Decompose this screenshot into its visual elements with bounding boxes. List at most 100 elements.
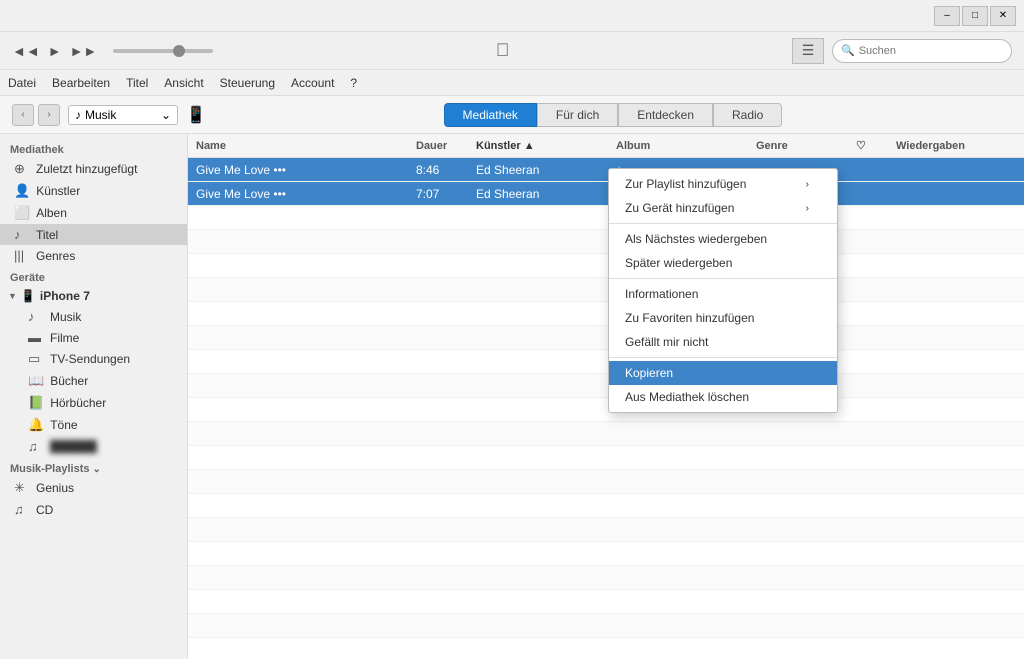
search-box[interactable]: 🔍: [832, 39, 1012, 63]
cm-gefaellt-nicht[interactable]: Gefällt mir nicht: [609, 330, 837, 354]
genres-icon: |||: [14, 248, 30, 263]
nav-forward-button[interactable]: ›: [38, 104, 60, 126]
sidebar-item-filme[interactable]: ▬ Filme: [0, 327, 187, 348]
table-row-empty[interactable]: [188, 374, 1024, 398]
col-album[interactable]: Album: [608, 140, 748, 152]
source-selector[interactable]: ♪ Musik ⌄: [68, 105, 178, 125]
menu-titel[interactable]: Titel: [126, 76, 148, 90]
sidebar-item-blurred[interactable]: ♫ ██████: [0, 436, 187, 457]
sidebar-label-titel: Titel: [36, 228, 58, 242]
toene-icon: 🔔: [28, 417, 44, 433]
cm-zu-favoriten[interactable]: Zu Favoriten hinzufügen: [609, 306, 837, 330]
table-row-empty[interactable]: [188, 326, 1024, 350]
col-wiedergaben[interactable]: Wiedergaben: [888, 140, 988, 152]
menu-ansicht[interactable]: Ansicht: [164, 76, 203, 90]
menu-bearbeiten[interactable]: Bearbeiten: [52, 76, 110, 90]
tab-mediathek[interactable]: Mediathek: [444, 103, 537, 127]
col-kuenstler[interactable]: Künstler ▲: [468, 140, 608, 152]
table-row-empty[interactable]: [188, 470, 1024, 494]
play-button[interactable]: ►: [48, 43, 62, 59]
genius-icon: ✳: [14, 480, 30, 496]
table-row-empty[interactable]: [188, 590, 1024, 614]
cm-spaeter[interactable]: Später wiedergeben: [609, 251, 837, 275]
sidebar-item-toene[interactable]: 🔔 Töne: [0, 414, 187, 436]
cm-informationen[interactable]: Informationen: [609, 282, 837, 306]
rewind-button[interactable]: ◄◄: [12, 43, 40, 59]
table-row-empty[interactable]: [188, 566, 1024, 590]
table-row-empty[interactable]: [188, 398, 1024, 422]
blurred-icon: ♫: [28, 439, 44, 454]
table-row-empty[interactable]: [188, 638, 1024, 659]
iphone-header[interactable]: ▼ 📱 iPhone 7: [0, 286, 187, 306]
list-view-button[interactable]: ☰: [792, 38, 824, 64]
table-row-empty[interactable]: [188, 422, 1024, 446]
forward-button[interactable]: ►►: [70, 43, 98, 59]
cell-kuenstler-2: Ed Sheeran: [468, 187, 608, 201]
table-row-empty[interactable]: [188, 542, 1024, 566]
source-dropdown-icon: ⌄: [161, 108, 171, 122]
window-controls: – □ ✕: [934, 6, 1016, 26]
sidebar-item-tv[interactable]: ▭ TV-Sendungen: [0, 348, 187, 370]
col-herz[interactable]: ♡: [848, 139, 888, 152]
nav-bar: ‹ › ♪ Musik ⌄ 📱 Mediathek Für dich Entde…: [0, 96, 1024, 134]
sidebar-item-musik[interactable]: ♪ Musik: [0, 306, 187, 327]
menu-account[interactable]: Account: [291, 76, 334, 90]
transport-bar: ◄◄ ► ►►  ☰ 🔍: [0, 32, 1024, 70]
table-row-empty[interactable]: [188, 230, 1024, 254]
close-button[interactable]: ✕: [990, 6, 1016, 26]
nav-back-button[interactable]: ‹: [12, 104, 34, 126]
table-row[interactable]: Give Me Love ••• 7:07 Ed Sheeran +: [188, 182, 1024, 206]
table-row-empty[interactable]: [188, 254, 1024, 278]
sidebar-item-zuletzt[interactable]: ⊕ Zuletzt hinzugefügt: [0, 158, 187, 180]
table-row-empty[interactable]: [188, 614, 1024, 638]
sidebar-item-hoerbuecher[interactable]: 📗 Hörbücher: [0, 392, 187, 414]
table-row-empty[interactable]: [188, 278, 1024, 302]
cm-kopieren[interactable]: Kopieren: [609, 361, 837, 385]
filme-icon: ▬: [28, 330, 44, 345]
sidebar-item-alben[interactable]: ⬜ Alben: [0, 202, 187, 224]
maximize-button[interactable]: □: [962, 6, 988, 26]
progress-slider[interactable]: [113, 49, 213, 53]
zuletzt-icon: ⊕: [14, 161, 30, 177]
sidebar-item-buecher[interactable]: 📖 Bücher: [0, 370, 187, 392]
cell-kuenstler-1: Ed Sheeran: [468, 163, 608, 177]
table-row-empty[interactable]: [188, 518, 1024, 542]
tab-radio[interactable]: Radio: [713, 103, 782, 127]
search-input[interactable]: [859, 45, 989, 57]
sidebar-label-tv: TV-Sendungen: [50, 352, 130, 366]
cm-aus-mediathek[interactable]: Aus Mediathek löschen: [609, 385, 837, 409]
sidebar-item-cd[interactable]: ♫ CD: [0, 499, 187, 520]
col-name[interactable]: Name: [188, 140, 408, 152]
menu-help[interactable]: ?: [350, 76, 357, 90]
table-row-empty[interactable]: [188, 206, 1024, 230]
menu-datei[interactable]: Datei: [8, 76, 36, 90]
buecher-icon: 📖: [28, 373, 44, 389]
tv-icon: ▭: [28, 351, 44, 367]
cell-name-1: Give Me Love •••: [188, 163, 408, 177]
sidebar-item-titel[interactable]: ♪ Titel: [0, 224, 187, 245]
main-layout: Mediathek ⊕ Zuletzt hinzugefügt 👤 Künstl…: [0, 134, 1024, 659]
titel-icon: ♪: [14, 227, 30, 242]
cd-icon: ♫: [14, 502, 30, 517]
cm-zu-geraet[interactable]: Zu Gerät hinzufügen ›: [609, 196, 837, 220]
sidebar-item-genres[interactable]: ||| Genres: [0, 245, 187, 266]
table-row-empty[interactable]: [188, 494, 1024, 518]
musik-icon: ♪: [28, 309, 44, 324]
sidebar-item-kuenstler[interactable]: 👤 Künstler: [0, 180, 187, 202]
table-row-empty[interactable]: [188, 350, 1024, 374]
cm-zur-playlist[interactable]: Zur Playlist hinzufügen ›: [609, 172, 837, 196]
tab-entdecken[interactable]: Entdecken: [618, 103, 713, 127]
context-menu: Zur Playlist hinzufügen › Zu Gerät hinzu…: [608, 168, 838, 413]
menu-steuerung[interactable]: Steuerung: [220, 76, 275, 90]
table-row-empty[interactable]: [188, 302, 1024, 326]
sidebar-item-genius[interactable]: ✳ Genius: [0, 477, 187, 499]
minimize-button[interactable]: –: [934, 6, 960, 26]
table-row-empty[interactable]: [188, 446, 1024, 470]
table-row[interactable]: Give Me Love ••• 8:46 Ed Sheeran +: [188, 158, 1024, 182]
col-dauer[interactable]: Dauer: [408, 140, 468, 152]
tab-fuer-dich[interactable]: Für dich: [537, 103, 618, 127]
cell-dauer-2: 7:07: [408, 187, 468, 201]
cm-als-naechstes[interactable]: Als Nächstes wiedergeben: [609, 227, 837, 251]
iphone-label: iPhone 7: [40, 289, 90, 303]
col-genre[interactable]: Genre: [748, 140, 848, 152]
